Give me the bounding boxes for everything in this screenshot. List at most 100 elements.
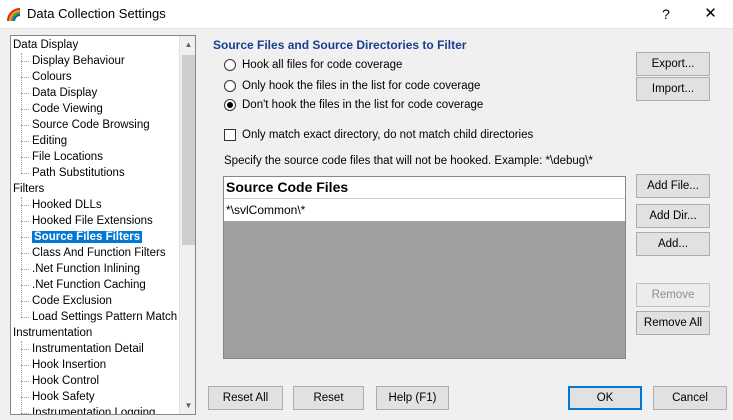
- radio-label: Hook all files for code coverage: [242, 59, 403, 71]
- tree-scrollbar[interactable]: ▲ ▼: [179, 36, 195, 414]
- tree-item[interactable]: Instrumentation: [13, 325, 92, 341]
- radio-dont-hook-list[interactable]: Don't hook the files in the list for cod…: [224, 97, 483, 113]
- tree-item-label: Instrumentation Logging: [32, 407, 156, 415]
- tree-connector: [21, 349, 29, 350]
- help-title-button[interactable]: ?: [648, 0, 684, 29]
- tree-item[interactable]: Filters: [13, 181, 44, 197]
- tree-item[interactable]: File Locations: [32, 149, 103, 165]
- tree-item-label: Instrumentation Detail: [32, 343, 144, 355]
- remove-all-button[interactable]: Remove All: [636, 311, 710, 335]
- add-button[interactable]: Add...: [636, 232, 710, 256]
- tree-item[interactable]: Path Substitutions: [32, 165, 125, 181]
- cancel-button[interactable]: Cancel: [653, 386, 727, 410]
- tree-item-label: Display Behaviour: [32, 55, 125, 67]
- tree-connector: [21, 381, 29, 382]
- window-title: Data Collection Settings: [27, 6, 166, 21]
- tree-item[interactable]: .Net Function Inlining: [32, 261, 140, 277]
- tree-item[interactable]: Code Exclusion: [32, 293, 112, 309]
- reset-all-button[interactable]: Reset All: [208, 386, 283, 410]
- rainbow-app-icon: [7, 8, 21, 22]
- exact-directory-checkbox[interactable]: Only match exact directory, do not match…: [224, 127, 533, 143]
- tree-item-label: Data Display: [13, 39, 79, 51]
- add-dir-button[interactable]: Add Dir...: [636, 204, 710, 228]
- scroll-up-arrow-icon[interactable]: ▲: [180, 36, 195, 53]
- tree-item-label: Load Settings Pattern Match: [32, 311, 178, 323]
- tree-item-label: Path Substitutions: [32, 167, 125, 179]
- tree-connector: [21, 93, 29, 94]
- scroll-thumb[interactable]: [182, 55, 195, 245]
- list-item[interactable]: *\svlCommon\*: [224, 199, 625, 221]
- tree-item-label: Data Display: [32, 87, 98, 99]
- tree-connector: [21, 397, 29, 398]
- tree-item[interactable]: Hook Safety: [32, 389, 95, 405]
- tree-item[interactable]: Instrumentation Logging: [32, 405, 156, 415]
- tree-item[interactable]: Source Files Filters: [32, 229, 143, 245]
- tree-item[interactable]: .Net Function Caching: [32, 277, 146, 293]
- list-header: Source Code Files: [224, 177, 625, 199]
- checkbox-icon[interactable]: [224, 129, 236, 141]
- tree-item-label: Hooked DLLs: [32, 199, 102, 211]
- tree-item-label: File Locations: [32, 151, 103, 163]
- tree-item[interactable]: Code Viewing: [32, 101, 103, 117]
- tree-item-label: Source Code Browsing: [32, 119, 150, 131]
- tree-item-label: Colours: [32, 71, 72, 83]
- reset-button[interactable]: Reset: [293, 386, 364, 410]
- tree-item-label: Filters: [13, 183, 45, 195]
- close-icon: ✕: [704, 5, 717, 22]
- tree-item[interactable]: Hook Insertion: [32, 357, 106, 373]
- tree-item[interactable]: Editing: [32, 133, 67, 149]
- tree-connector: [21, 317, 29, 318]
- tree-item[interactable]: Hooked File Extensions: [32, 213, 153, 229]
- tree-item[interactable]: Colours: [32, 69, 72, 85]
- tree-connector: [21, 301, 29, 302]
- tree-connector: [21, 341, 22, 414]
- tree-connector: [21, 285, 29, 286]
- ok-button[interactable]: OK: [568, 386, 642, 410]
- help-button[interactable]: Help (F1): [376, 386, 449, 410]
- tree-item-label: Hook Control: [32, 375, 100, 387]
- tree-connector: [21, 197, 22, 317]
- tree-connector: [21, 237, 29, 238]
- import-button[interactable]: Import...: [636, 77, 710, 101]
- settings-tree[interactable]: ▲ ▼ Data Display Display Behaviour Colours…: [10, 35, 196, 415]
- tree-connector: [21, 125, 29, 126]
- close-window-button[interactable]: ✕: [688, 0, 733, 29]
- tree-connector: [21, 365, 29, 366]
- radio-hook-all[interactable]: Hook all files for code coverage: [224, 57, 402, 73]
- tree-item[interactable]: Hook Control: [32, 373, 99, 389]
- tree-item[interactable]: Display Behaviour: [32, 53, 125, 69]
- tree-connector: [21, 53, 22, 173]
- tree-item-label: Code Exclusion: [32, 295, 112, 307]
- tree-item-label: Instrumentation: [13, 327, 93, 339]
- radio-only-hook-list[interactable]: Only hook the files in the list for code…: [224, 78, 480, 94]
- title-bar: Data Collection Settings ? ✕: [0, 0, 733, 29]
- add-file-button[interactable]: Add File...: [636, 174, 710, 198]
- hint-text: Specify the source code files that will …: [224, 155, 593, 167]
- tree-item[interactable]: Load Settings Pattern Match: [32, 309, 177, 325]
- tree-item[interactable]: Class And Function Filters: [32, 245, 166, 261]
- tree-connector: [21, 141, 29, 142]
- tree-connector: [21, 205, 29, 206]
- radio-button-icon[interactable]: [224, 99, 236, 111]
- radio-label: Only hook the files in the list for code…: [242, 80, 481, 92]
- tree-connector: [21, 413, 29, 414]
- tree-connector: [21, 253, 29, 254]
- tree-connector: [21, 269, 29, 270]
- tree-item[interactable]: Data Display: [32, 85, 97, 101]
- radio-button-icon[interactable]: [224, 59, 236, 71]
- tree-connector: [21, 221, 29, 222]
- tree-item[interactable]: Source Code Browsing: [32, 117, 150, 133]
- tree-item-label: Hook Insertion: [32, 359, 107, 371]
- tree-item[interactable]: Hooked DLLs: [32, 197, 102, 213]
- scroll-down-arrow-icon[interactable]: ▼: [180, 397, 195, 414]
- tree-item[interactable]: Data Display: [13, 37, 78, 53]
- tree-connector: [21, 109, 29, 110]
- tree-connector: [21, 61, 29, 62]
- tree-connector: [21, 157, 29, 158]
- tree-item[interactable]: Instrumentation Detail: [32, 341, 144, 357]
- export-button[interactable]: Export...: [636, 52, 710, 76]
- source-files-list[interactable]: Source Code Files *\svlCommon\*: [223, 176, 626, 359]
- remove-button[interactable]: Remove: [636, 283, 710, 307]
- tree-item-label: Source Files Filters: [32, 231, 143, 243]
- radio-button-icon[interactable]: [224, 80, 236, 92]
